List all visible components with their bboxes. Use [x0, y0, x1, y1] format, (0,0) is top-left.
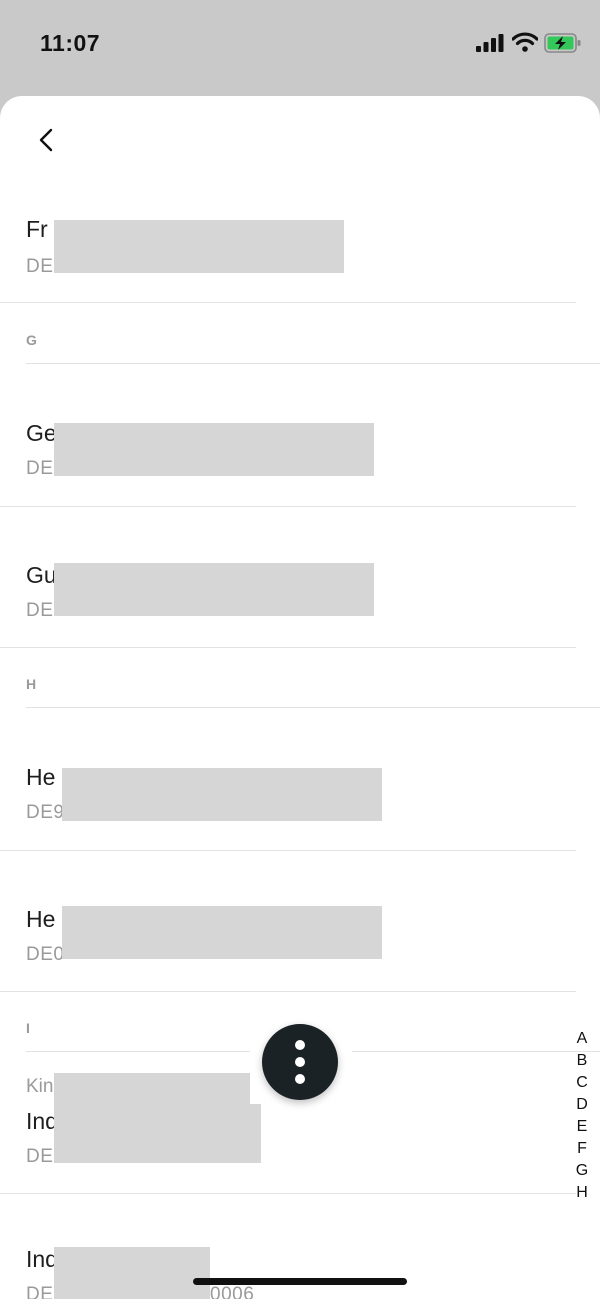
- section-divider: [26, 363, 600, 364]
- chevron-left-icon[interactable]: [30, 122, 62, 158]
- contact-iban: DE0: [26, 944, 65, 965]
- redaction-box: [62, 768, 382, 821]
- redaction-box: [62, 906, 382, 959]
- redaction-box: [54, 423, 374, 476]
- index-letter-b[interactable]: B: [570, 1050, 594, 1072]
- row-divider: [0, 1193, 576, 1194]
- contact-row[interactable]: Gu DE: [0, 552, 600, 648]
- contact-row[interactable]: He DE9: [0, 754, 600, 851]
- index-letter-a[interactable]: A: [570, 1028, 594, 1050]
- contact-iban-tail: 0006: [210, 1284, 255, 1299]
- row-divider: [0, 506, 576, 507]
- index-letter-c[interactable]: C: [570, 1072, 594, 1094]
- row-divider: [0, 991, 576, 992]
- redaction-box: [54, 1073, 261, 1163]
- contact-iban: DE: [26, 1146, 54, 1167]
- contact-iban: DE: [26, 600, 54, 621]
- section-letter: H: [26, 676, 37, 692]
- contact-subtitle: Kin: [26, 1076, 54, 1097]
- contact-name: Fr: [26, 216, 48, 242]
- row-divider: [0, 647, 576, 648]
- row-divider: [0, 302, 576, 303]
- contact-row[interactable]: He DE0: [0, 896, 600, 992]
- section-letter: I: [26, 1020, 30, 1036]
- redaction-box: [54, 563, 374, 616]
- contact-name: He: [26, 764, 56, 790]
- contact-iban: DE9: [26, 802, 65, 823]
- redaction-box: [54, 220, 344, 273]
- index-letter-h[interactable]: H: [570, 1182, 594, 1204]
- contact-row[interactable]: Ind r DE 0006: [0, 1236, 600, 1299]
- status-bar: 11:07: [0, 0, 600, 92]
- section-header-g: G: [26, 332, 600, 364]
- contact-name: He: [26, 906, 56, 932]
- section-letter: G: [26, 332, 37, 348]
- contact-iban: DE: [26, 1284, 54, 1299]
- contact-iban: DE: [26, 256, 54, 277]
- contacts-sheet: Fr DE G Ge DE Gu DE H He DE9 He DE0 I Ki…: [0, 96, 600, 1299]
- status-time: 11:07: [40, 30, 101, 56]
- index-letter-f[interactable]: F: [570, 1138, 594, 1160]
- alphabet-index[interactable]: A B C D E F G H: [570, 1028, 594, 1204]
- contact-name: Gu: [26, 562, 57, 588]
- contact-iban: DE: [26, 458, 54, 479]
- wifi-icon: [512, 32, 538, 52]
- contact-row[interactable]: Fr DE: [0, 206, 600, 303]
- section-header-h: H: [26, 676, 600, 708]
- section-divider: [26, 707, 600, 708]
- redaction-box: [54, 1247, 210, 1299]
- row-divider: [0, 850, 576, 851]
- cellular-signal-icon: [476, 34, 504, 52]
- index-letter-d[interactable]: D: [570, 1094, 594, 1116]
- index-letter-e[interactable]: E: [570, 1116, 594, 1138]
- home-indicator: [193, 1278, 407, 1285]
- index-letter-g[interactable]: G: [570, 1160, 594, 1182]
- battery-charging-icon: [544, 33, 581, 53]
- contact-row[interactable]: Ge DE: [0, 410, 600, 507]
- more-options-button[interactable]: [262, 1024, 338, 1100]
- contact-name: Ge: [26, 420, 57, 446]
